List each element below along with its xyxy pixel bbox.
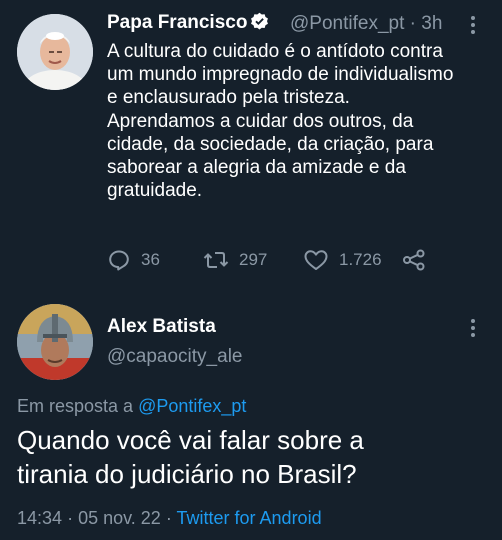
avatar-alex-batista[interactable] (17, 304, 93, 380)
reply-line: Quando você vai falar sobre a (17, 425, 364, 455)
more-options-button[interactable] (466, 14, 480, 36)
reply-text: Quando você vai falar sobre a tirania do… (17, 423, 487, 491)
tweet-line: um mundo impregnado de individualismo (107, 64, 454, 86)
separator: · (165, 508, 172, 528)
reply-source[interactable]: Twitter for Android (177, 508, 322, 528)
tweet-actions: 36 297 1.726 (107, 246, 487, 274)
like-button[interactable]: 1.726 (303, 246, 382, 274)
share-button[interactable] (401, 246, 427, 274)
share-icon (403, 249, 425, 271)
reply-author-name[interactable]: Alex Batista (107, 316, 216, 338)
retweet-count: 297 (239, 250, 268, 269)
more-vertical-icon (471, 16, 475, 34)
tweet-line: Aprendamos a cuidar dos outros, da (107, 110, 414, 132)
verified-badge-icon (250, 12, 269, 37)
tweet-text: A cultura do cuidado é o antídoto contra… (107, 40, 492, 202)
tweet-line: saborear a alegria da amizade e da (107, 157, 406, 179)
reply-line: tirania do judiciário no Brasil? (17, 459, 357, 489)
tweet-line: gratuidade. (107, 180, 203, 202)
retweet-icon (203, 252, 229, 268)
in-reply-mention[interactable]: @Pontifex_pt (138, 396, 246, 416)
tweet-line: A cultura do cuidado é o antídoto contra (107, 41, 443, 62)
tweet-time[interactable]: 3h (421, 13, 442, 34)
reply-icon (109, 250, 129, 271)
more-vertical-icon (471, 319, 475, 337)
author-name[interactable]: Papa Francisco (107, 12, 269, 37)
reply-meta: 14:34 · 05 nov. 22 · Twitter for Android (17, 508, 322, 529)
tweet-line: e enclausurado pela tristeza. (107, 87, 350, 109)
separator: · (409, 13, 416, 34)
heart-icon (304, 250, 328, 270)
reply-button[interactable]: 36 (107, 246, 160, 274)
reply-date[interactable]: 05 nov. 22 (78, 508, 161, 528)
tweet-line: cidade, da sociedade, da criação, para (107, 133, 434, 155)
author-name-text[interactable]: Papa Francisco (107, 12, 247, 33)
avatar-papa-francisco[interactable] (17, 14, 93, 90)
reply-count: 36 (141, 250, 160, 269)
author-handle-time[interactable]: @Pontifex_pt · 3h (290, 13, 442, 35)
reply-time[interactable]: 14:34 (17, 508, 62, 528)
like-count: 1.726 (339, 250, 382, 269)
retweet-button[interactable]: 297 (203, 246, 267, 274)
author-handle[interactable]: @Pontifex_pt (290, 13, 404, 34)
in-reply-to: Em resposta a @Pontifex_pt (17, 396, 246, 417)
in-reply-prefix: Em resposta a (17, 396, 134, 416)
separator: · (67, 508, 74, 528)
reply-more-options-button[interactable] (466, 317, 480, 339)
reply-author-handle[interactable]: @capaocity_ale (107, 346, 242, 368)
